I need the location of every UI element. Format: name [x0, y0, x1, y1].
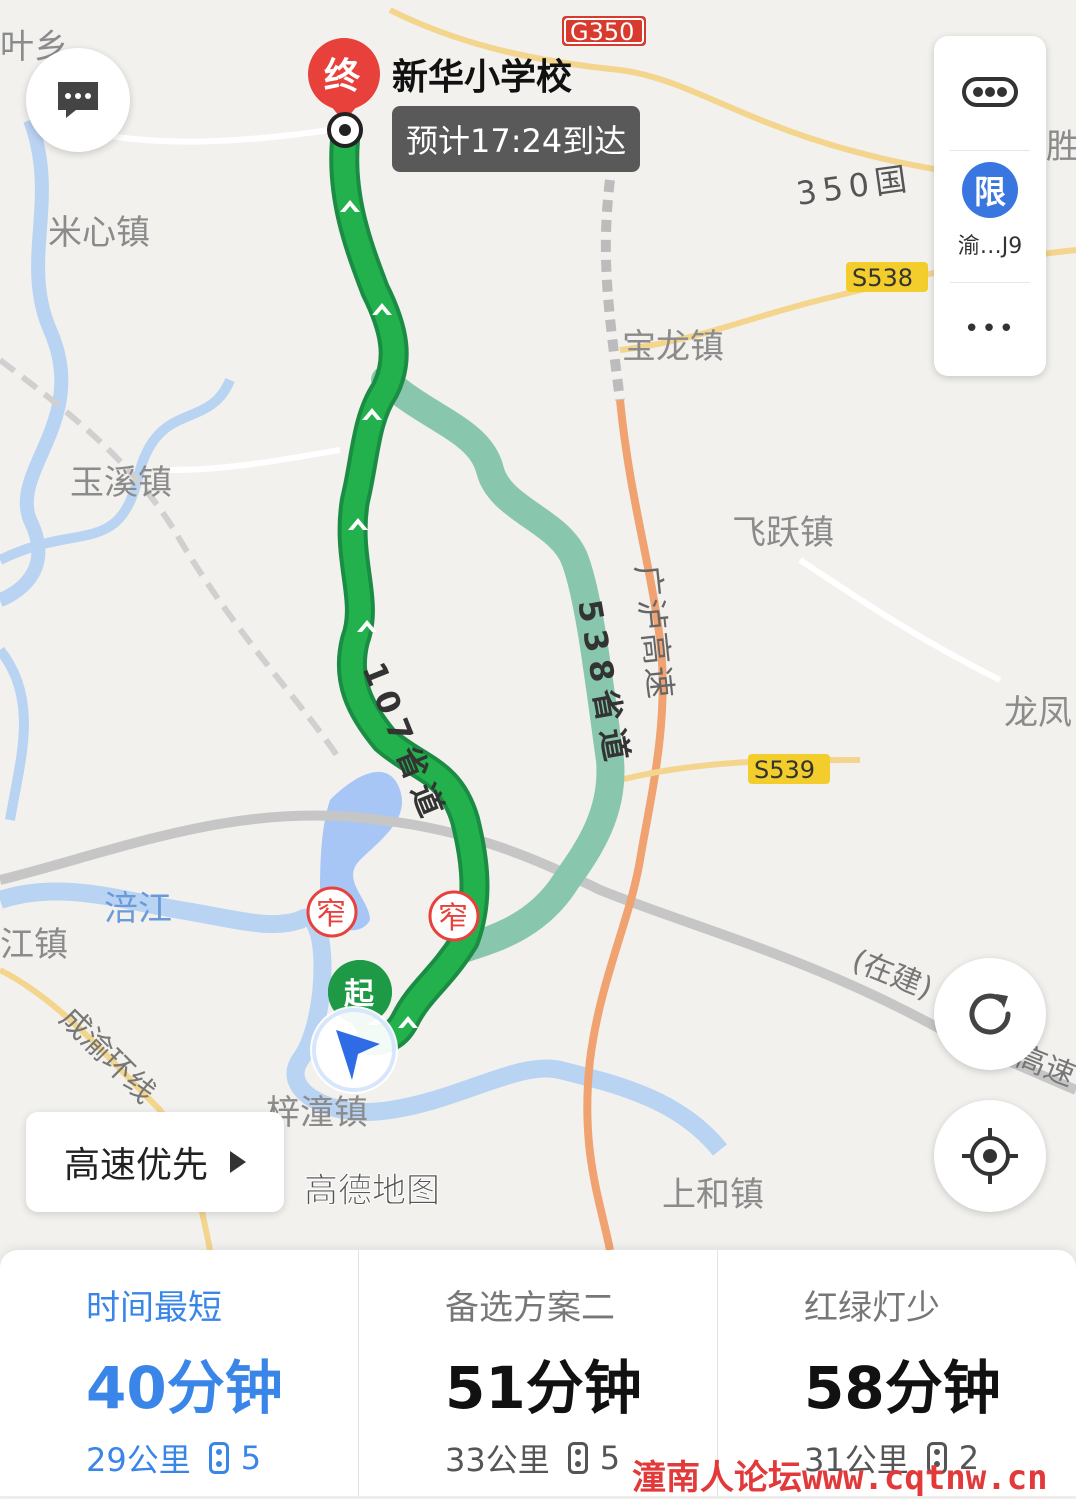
- route-duration: 40分钟: [86, 1354, 283, 1422]
- narrow-road-marker: 窄: [428, 890, 480, 942]
- svg-text:终: 终: [324, 56, 361, 97]
- traffic-light-icon: [208, 1442, 229, 1474]
- route-label: 时间最短: [86, 1288, 222, 1328]
- preference-label: 高速优先: [64, 1145, 209, 1186]
- route-label: 红绿灯少: [804, 1288, 940, 1328]
- narrow-road-marker: 窄: [306, 886, 358, 938]
- crosshair-icon: [962, 1128, 1018, 1184]
- watermark: 潼南人论坛www.cqtnw.cn: [632, 1450, 1048, 1499]
- watermark-text: 潼南人论坛: [632, 1458, 802, 1498]
- route-lights: 5: [599, 1439, 621, 1477]
- eta-label: 预计17:24到达: [392, 106, 641, 172]
- town-label: 宝龙镇: [622, 327, 724, 367]
- route-card-fastest[interactable]: 时间最短 40分钟 29公里 5: [0, 1250, 359, 1496]
- amap-logo: 高德地图: [304, 1171, 440, 1211]
- shield-s538: S538: [846, 262, 928, 292]
- route-duration: 58分钟: [804, 1354, 1001, 1422]
- destination-name: 新华小学校: [392, 57, 573, 98]
- town-label: 龙凤: [1004, 693, 1072, 733]
- shield-g350: G350: [562, 16, 646, 46]
- route-meta: 29公里 5: [86, 1435, 358, 1481]
- restriction-button[interactable]: 限 渝…J9: [934, 152, 1046, 278]
- traffic-layer-button[interactable]: [934, 36, 1046, 148]
- restriction-badge: 限: [962, 162, 1018, 218]
- current-location-icon: [310, 1006, 398, 1094]
- svg-text:窄: 窄: [438, 901, 468, 936]
- plate-label: 渝…J9: [957, 234, 1023, 259]
- traffic-light-icon: [962, 77, 1018, 107]
- svg-text:S538: S538: [852, 264, 913, 292]
- town-label: 米心镇: [48, 213, 150, 253]
- refresh-icon: [969, 993, 1011, 1035]
- watermark-site: www.cqtnw.cn: [802, 1458, 1048, 1498]
- route-label: 备选方案二: [445, 1288, 615, 1328]
- route-preference-button[interactable]: 高速优先: [26, 1112, 284, 1212]
- route-lights: 5: [240, 1439, 262, 1477]
- town-label: 江镇: [0, 925, 68, 965]
- refresh-button[interactable]: [934, 958, 1046, 1070]
- shield-s539: S539: [748, 754, 830, 784]
- route-duration: 51分钟: [445, 1354, 642, 1422]
- message-button[interactable]: [26, 48, 130, 152]
- svg-text:S539: S539: [754, 756, 815, 784]
- side-panel: 限 渝…J9 •••: [934, 36, 1046, 376]
- river-label: 涪江: [104, 889, 172, 929]
- town-label: 上和镇: [662, 1175, 764, 1215]
- town-label: 玉溪镇: [70, 463, 172, 503]
- more-button[interactable]: •••: [934, 286, 1046, 372]
- locate-button[interactable]: [934, 1100, 1046, 1212]
- chat-bubble-icon: [58, 82, 98, 118]
- svg-text:G350: G350: [570, 18, 634, 46]
- route-distance: 33公里: [445, 1441, 550, 1479]
- route-distance: 29公里: [86, 1441, 191, 1479]
- map-canvas[interactable]: 叶乡 米心镇 玉溪镇 宝龙镇 飞跃镇 龙凤 胜 江镇 梓潼镇 上和镇 涪江 成渝…: [0, 0, 1076, 1250]
- svg-text:窄: 窄: [316, 897, 346, 932]
- play-arrow-icon: [230, 1151, 247, 1173]
- town-label: 飞跃镇: [732, 513, 834, 553]
- traffic-light-icon: [567, 1442, 588, 1474]
- town-label: 胜: [1046, 127, 1076, 167]
